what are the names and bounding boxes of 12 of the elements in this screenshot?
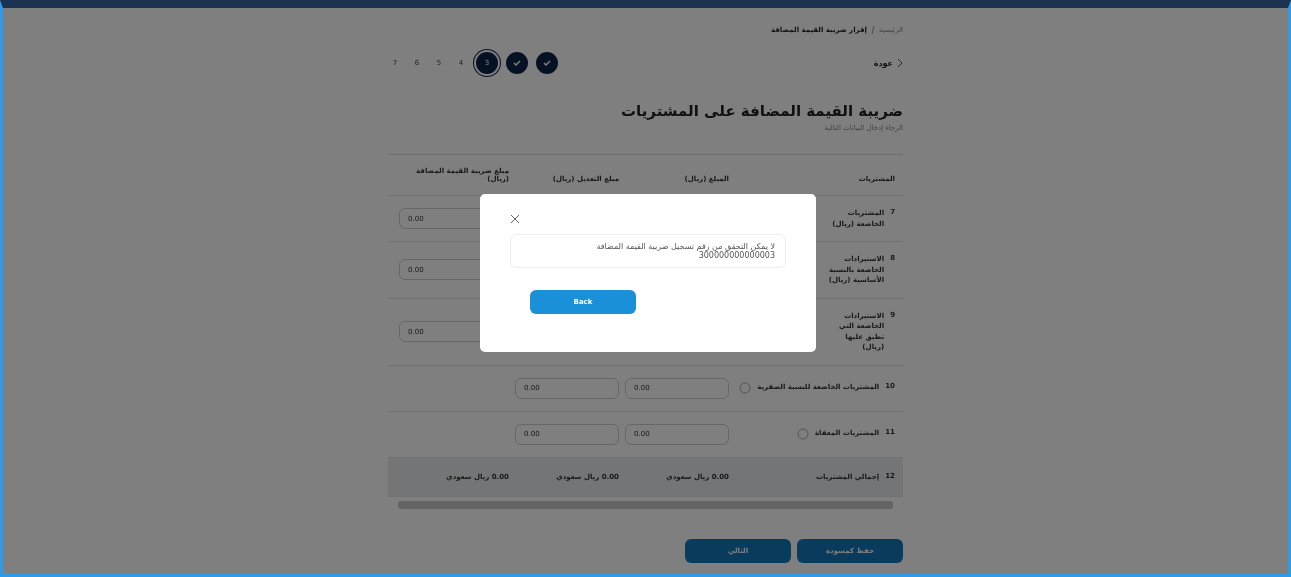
check-icon (542, 58, 552, 68)
close-icon (510, 214, 520, 224)
back-button[interactable]: عودة (873, 58, 903, 68)
page-title: ضريبة القيمة المضافة على المشتريات (620, 102, 903, 120)
message-text: لا يمكن التحقق من رقم تسجيل ضريبة القيمة المضافة 300000000000003 (510, 234, 786, 268)
close-button[interactable] (510, 214, 522, 226)
breadcrumb-separator-icon (870, 26, 875, 34)
info-icon[interactable] (797, 428, 809, 440)
scrollbar[interactable] (398, 501, 893, 509)
info-icon[interactable] (739, 382, 752, 394)
chevron-icon (897, 58, 903, 68)
check-icon (512, 58, 522, 68)
